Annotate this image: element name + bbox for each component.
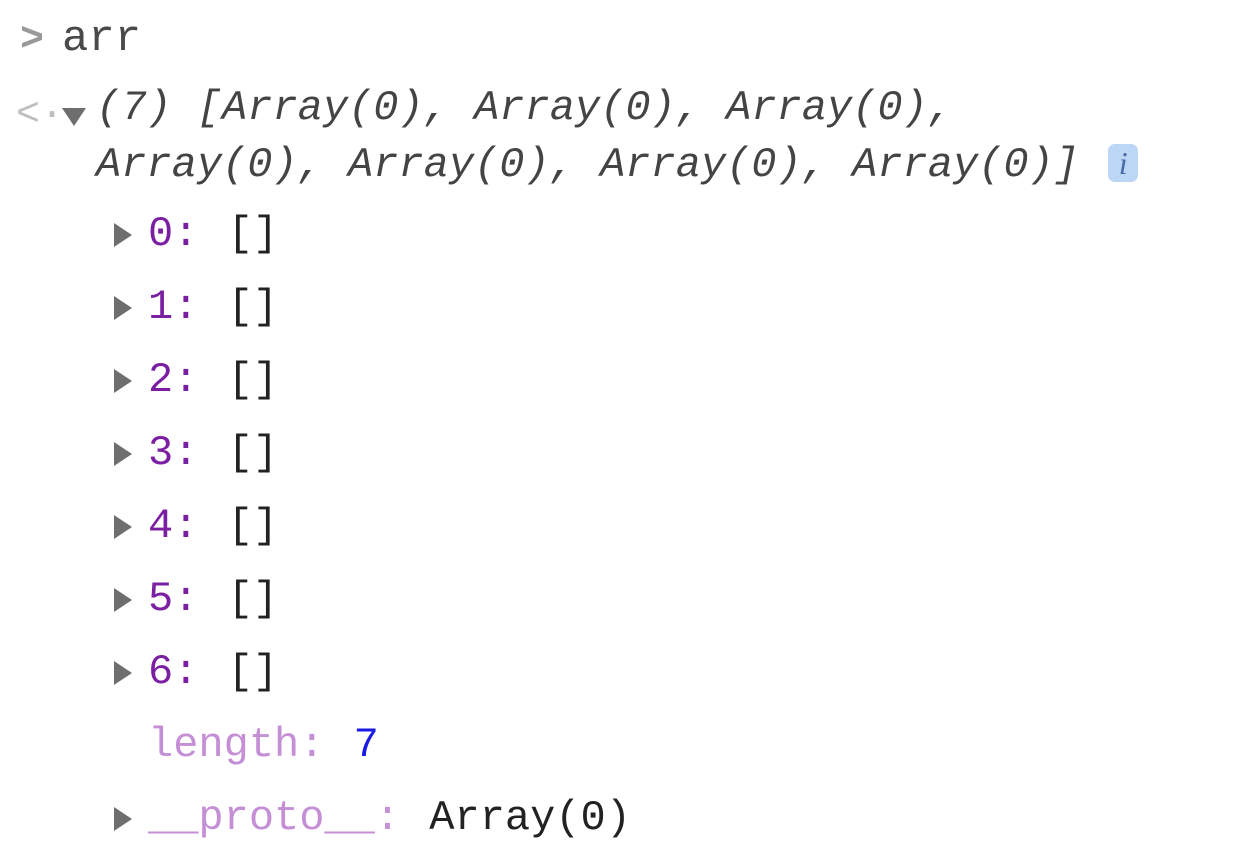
item-key: 4 bbox=[148, 502, 173, 550]
item-key: 2 bbox=[148, 356, 173, 404]
item-value: [] bbox=[228, 210, 278, 258]
item-key: 5 bbox=[148, 575, 173, 623]
array-count: (7) bbox=[96, 84, 172, 132]
item-key: 6 bbox=[148, 648, 173, 696]
output-content: (7) [Array(0), Array(0), Array(0), Array… bbox=[62, 80, 1230, 860]
length-value: 7 bbox=[354, 721, 379, 769]
array-item-6[interactable]: 6: [] bbox=[114, 641, 1230, 704]
array-item-5[interactable]: 5: [] bbox=[114, 568, 1230, 631]
info-icon[interactable]: i bbox=[1108, 144, 1138, 182]
item-key: 1 bbox=[148, 283, 173, 331]
length-key: length bbox=[148, 721, 299, 769]
array-length-row: length: 7 bbox=[114, 714, 1230, 777]
chevron-right-icon[interactable] bbox=[114, 369, 132, 393]
chevron-right-icon[interactable] bbox=[114, 807, 132, 831]
item-value: [] bbox=[228, 575, 278, 623]
array-preview[interactable]: (7) [Array(0), Array(0), Array(0), Array… bbox=[96, 80, 1156, 193]
item-value: [] bbox=[228, 356, 278, 404]
array-item-4[interactable]: 4: [] bbox=[114, 495, 1230, 558]
chevron-down-icon[interactable] bbox=[62, 108, 86, 126]
item-value: [] bbox=[228, 648, 278, 696]
chevron-right-icon[interactable] bbox=[114, 661, 132, 685]
prompt-in-icon: > bbox=[16, 11, 44, 71]
array-item-3[interactable]: 3: [] bbox=[114, 422, 1230, 485]
console-output-block: <· (7) [Array(0), Array(0), Array(0), Ar… bbox=[16, 80, 1230, 860]
array-item-1[interactable]: 1: [] bbox=[114, 276, 1230, 339]
item-key: 3 bbox=[148, 429, 173, 477]
array-summary-row[interactable]: (7) [Array(0), Array(0), Array(0), Array… bbox=[62, 80, 1230, 193]
console-input-line: > arr bbox=[16, 6, 1230, 72]
chevron-right-icon[interactable] bbox=[114, 223, 132, 247]
chevron-right-icon[interactable] bbox=[114, 515, 132, 539]
prompt-out-icon: <· bbox=[16, 86, 44, 146]
chevron-right-icon[interactable] bbox=[114, 296, 132, 320]
proto-value: Array(0) bbox=[429, 794, 631, 842]
array-children: 0: [] 1: [] 2: [] 3: [] 4: [] bbox=[114, 203, 1230, 850]
item-value: [] bbox=[228, 502, 278, 550]
item-value: [] bbox=[228, 429, 278, 477]
array-preview-items: [Array(0), Array(0), Array(0), Array(0),… bbox=[96, 84, 1079, 189]
chevron-right-icon[interactable] bbox=[114, 442, 132, 466]
array-item-2[interactable]: 2: [] bbox=[114, 349, 1230, 412]
proto-key: __proto__ bbox=[148, 794, 375, 842]
console-area: > arr <· (7) [Array(0), Array(0), Array(… bbox=[0, 0, 1246, 866]
item-key: 0 bbox=[148, 210, 173, 258]
array-item-0[interactable]: 0: [] bbox=[114, 203, 1230, 266]
array-proto-row[interactable]: __proto__: Array(0) bbox=[114, 787, 1230, 850]
item-value: [] bbox=[228, 283, 278, 331]
console-input-text[interactable]: arr bbox=[62, 6, 141, 72]
chevron-right-icon[interactable] bbox=[114, 588, 132, 612]
